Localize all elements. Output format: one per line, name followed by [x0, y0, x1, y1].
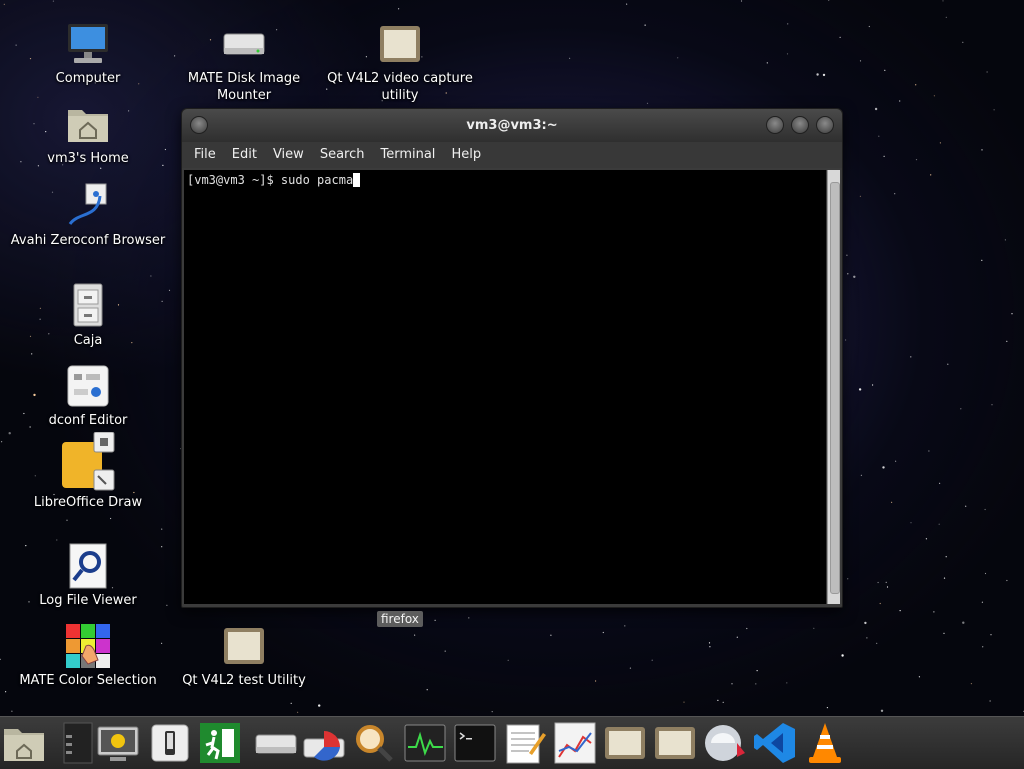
generic-app-icon [376, 20, 424, 68]
desktop-icon-label: Qt V4L2 video capture utility [327, 71, 473, 103]
desktop-icon-avahi[interactable]: Avahi Zeroconf Browser [8, 182, 168, 249]
shell-prompt: [vm3@vm3 ~]$ [187, 173, 281, 187]
text-cursor [353, 173, 361, 187]
menu-view[interactable]: View [265, 142, 312, 168]
maximize-button[interactable] [791, 116, 809, 134]
menu-file[interactable]: File [186, 142, 224, 168]
desktop-icon-label: Avahi Zeroconf Browser [10, 233, 166, 248]
vlc-icon[interactable] [803, 721, 847, 765]
log-viewer-icon [64, 542, 112, 590]
menu-help[interactable]: Help [443, 142, 489, 168]
network-icon [64, 182, 112, 230]
system-monitor-screen-icon[interactable] [96, 721, 140, 765]
firefox-icon[interactable] [703, 721, 747, 765]
typed-command: sudo pacma [280, 173, 354, 187]
home-folder-icon [64, 100, 112, 148]
vscode-icon[interactable] [753, 721, 797, 765]
desktop-icon-computer[interactable]: Computer [8, 20, 168, 87]
terminal-window[interactable]: vm3@vm3:~ File Edit View Search Terminal… [181, 108, 843, 608]
desktop-icon-label: vm3's Home [47, 151, 129, 166]
home-folder-icon[interactable] [2, 721, 46, 765]
desktop-icon-label: LibreOffice Draw [33, 495, 143, 510]
desktop-icon-label: Log File Viewer [39, 593, 137, 608]
workspace-switcher-icon[interactable] [52, 721, 93, 765]
generic-app-icon[interactable] [603, 721, 647, 765]
system-monitor-icon[interactable] [403, 721, 447, 765]
chart-app-icon[interactable] [553, 721, 597, 765]
tooltip: firefox [377, 611, 423, 627]
text-editor-icon[interactable] [503, 721, 547, 765]
generic-app-icon[interactable] [653, 721, 697, 765]
terminal-screen[interactable]: [vm3@vm3 ~]$ sudo pacma [184, 170, 826, 604]
search-magnifier-icon[interactable] [352, 721, 396, 765]
desktop-icon-label: Caja [73, 333, 103, 348]
desktop-icon-libreoffice-draw[interactable]: LibreOffice Draw [8, 432, 168, 511]
scrollbar-thumb[interactable] [830, 182, 840, 594]
generic-app-icon [220, 622, 268, 670]
computer-icon [64, 20, 112, 68]
desktop-icon-home[interactable]: vm3's Home [8, 100, 168, 167]
file-cabinet-icon [64, 282, 112, 330]
menu-bar: File Edit View Search Terminal Help [182, 142, 842, 168]
close-button[interactable] [816, 116, 834, 134]
desktop-icon-qt-v4l2-test[interactable]: Qt V4L2 test Utility [164, 622, 324, 689]
minimize-button[interactable] [766, 116, 784, 134]
window-menu-button[interactable] [190, 116, 208, 134]
disk-drive-icon [220, 20, 268, 68]
menu-search[interactable]: Search [312, 142, 373, 168]
menu-terminal[interactable]: Terminal [372, 142, 443, 168]
desktop-icon-color-selection[interactable]: MATE Color Selection [8, 622, 168, 689]
bottom-panel [0, 716, 1024, 769]
exit-icon[interactable] [198, 721, 242, 765]
desktop-icon-log-viewer[interactable]: Log File Viewer [8, 542, 168, 609]
desktop-icon-label: MATE Disk Image Mounter [187, 71, 301, 103]
terminal-icon[interactable] [453, 721, 497, 765]
desktop-icon-label: dconf Editor [48, 413, 128, 428]
desktop-icon-dconf[interactable]: dconf Editor [8, 362, 168, 429]
window-title: vm3@vm3:~ [466, 118, 558, 133]
desktop-icon-disk-image-mounter[interactable]: MATE Disk Image Mounter [164, 20, 324, 104]
menu-edit[interactable]: Edit [224, 142, 265, 168]
terminal-scrollbar[interactable] [827, 170, 840, 604]
desktop-icon-label: Qt V4L2 test Utility [182, 673, 306, 688]
draw-app-icon [58, 432, 118, 492]
device-icon[interactable] [148, 721, 192, 765]
settings-editor-icon [64, 362, 112, 410]
desktop-icon-caja[interactable]: Caja [8, 282, 168, 349]
desktop-icon-label: MATE Color Selection [19, 673, 157, 688]
color-selection-icon [64, 622, 112, 670]
disk-drive-icon[interactable] [254, 721, 298, 765]
desktop-icon-label: Computer [55, 71, 121, 86]
desktop-icon-qt-v4l2-capture[interactable]: Qt V4L2 video capture utility [320, 20, 480, 104]
disk-usage-icon[interactable] [302, 721, 346, 765]
window-titlebar[interactable]: vm3@vm3:~ [182, 109, 842, 142]
